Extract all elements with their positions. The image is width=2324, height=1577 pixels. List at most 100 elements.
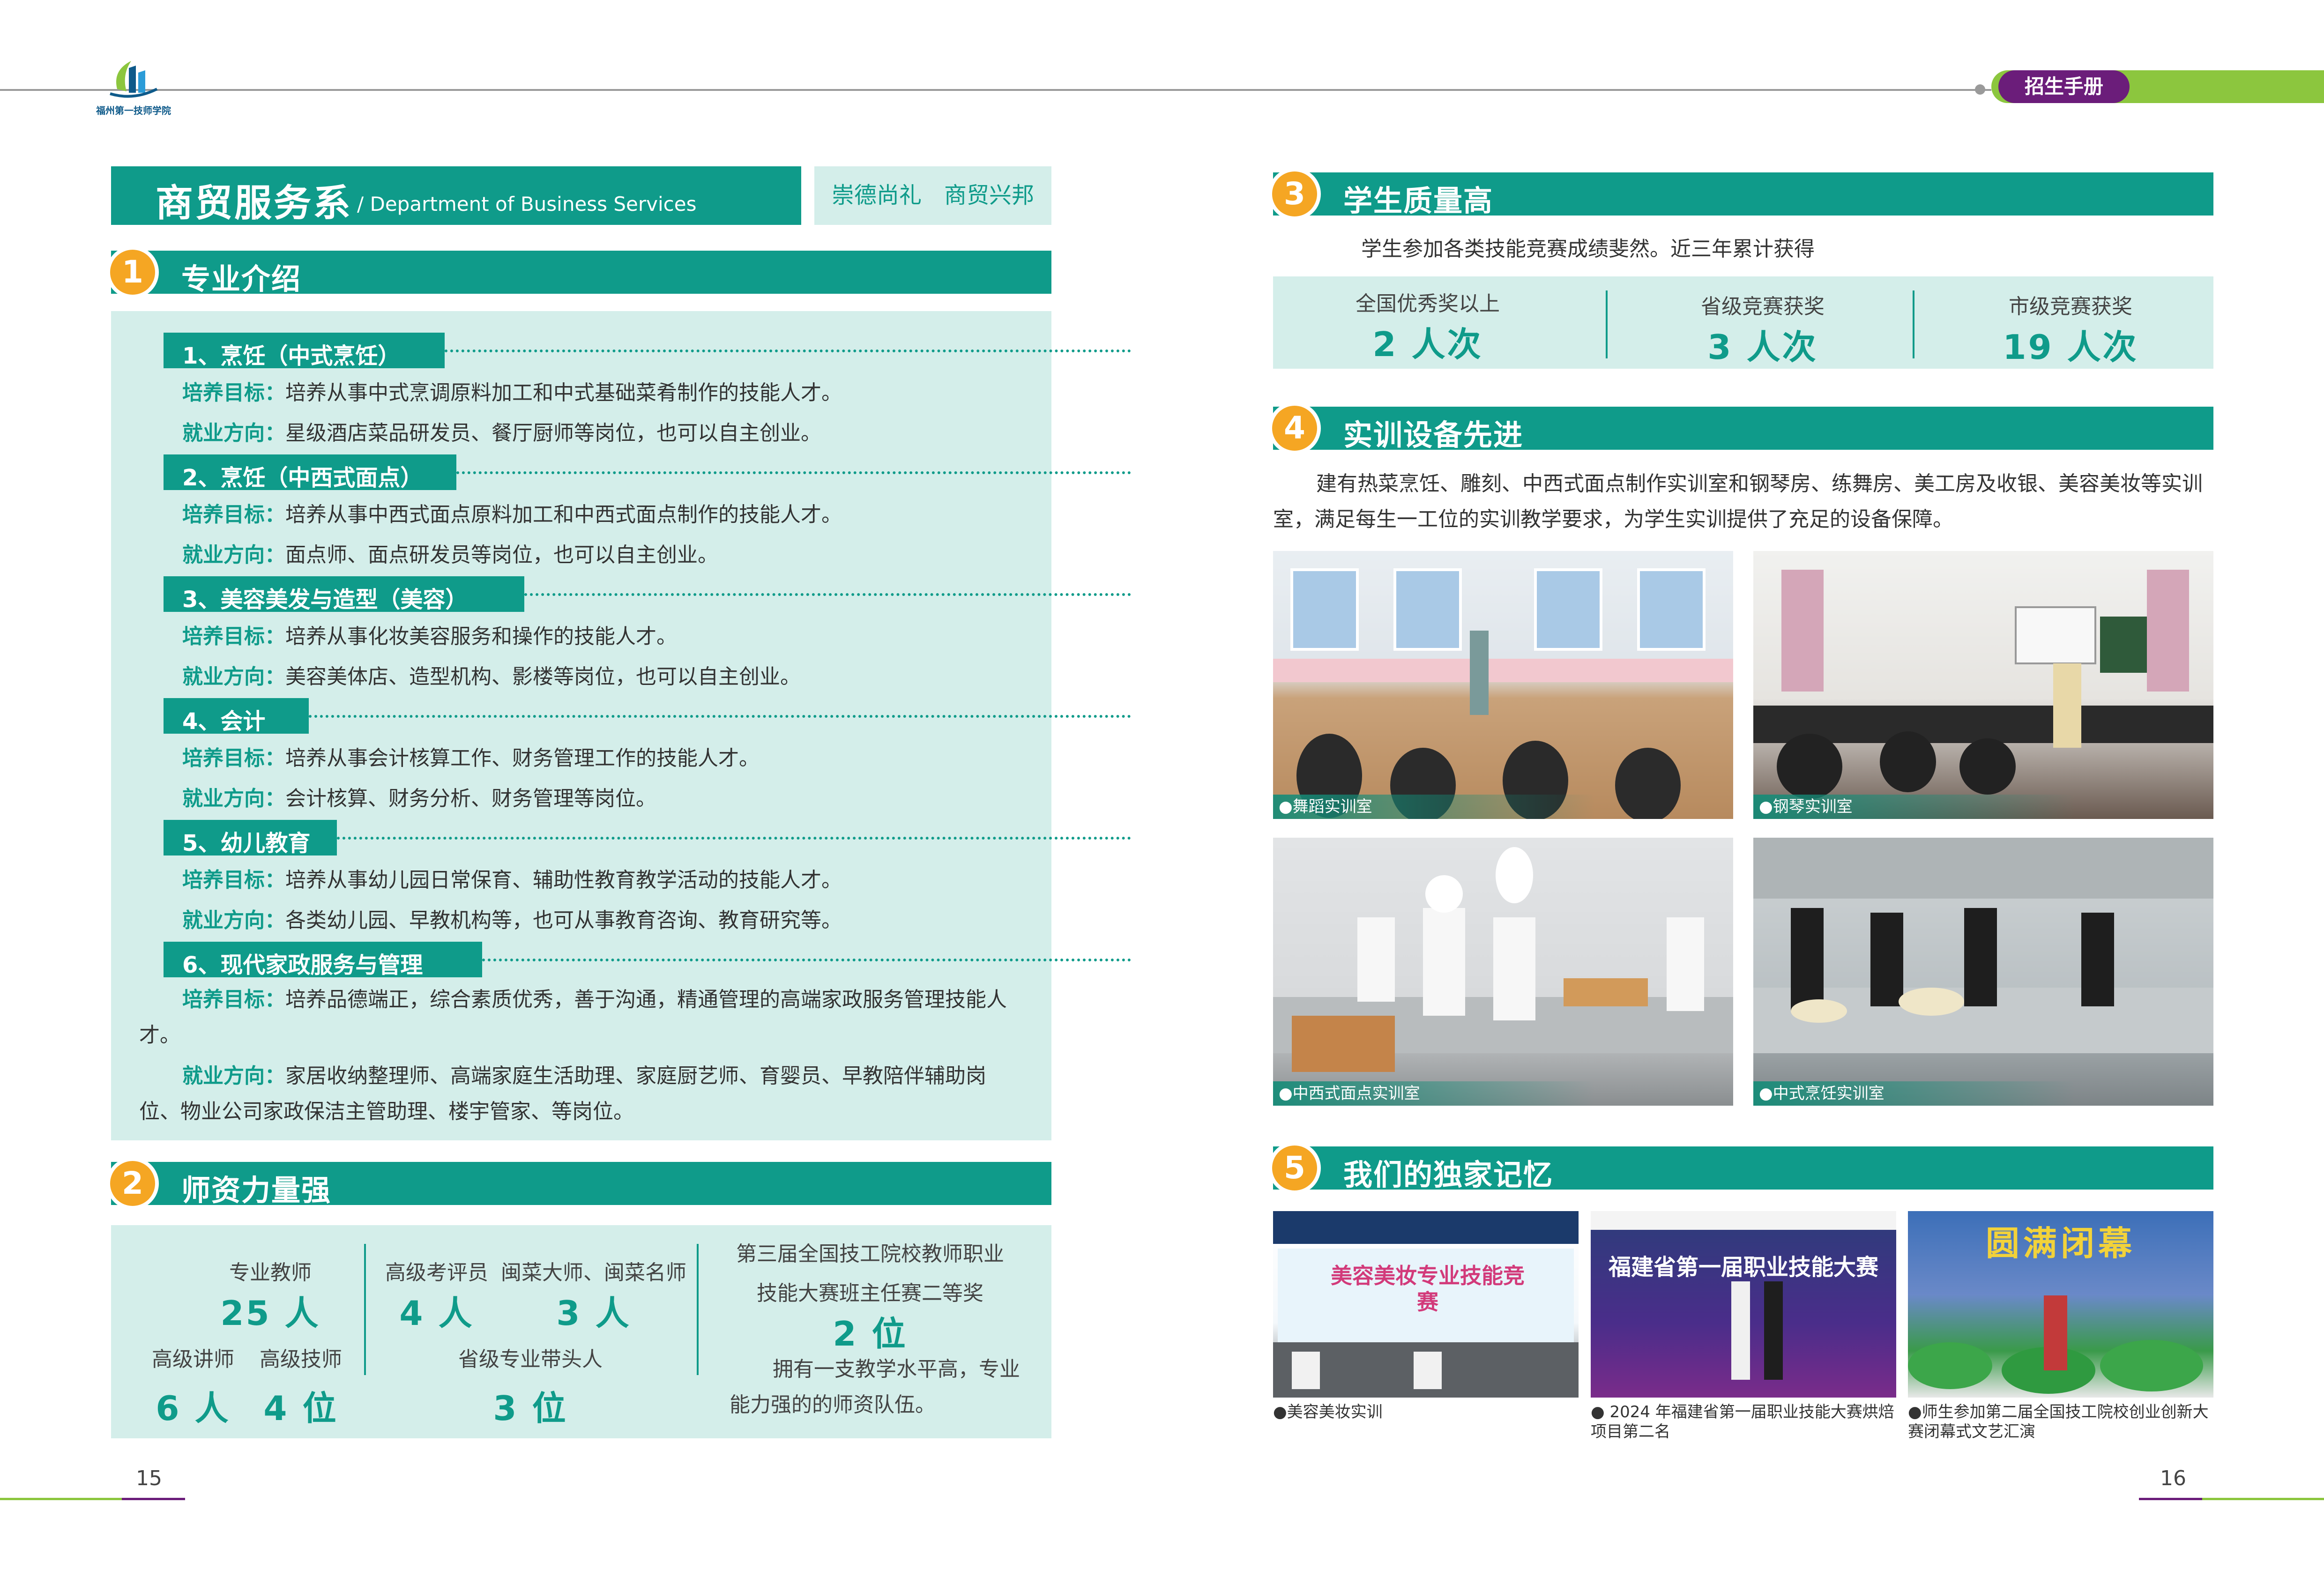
major-divider xyxy=(456,471,1131,474)
section-header-facilities: 4 实训设备先进 xyxy=(1268,402,2213,454)
department-english: / Department of Business Services xyxy=(357,193,697,216)
photo-piano-room: ●钢琴实训室 xyxy=(1753,551,2213,819)
photo-provincial-contest: 福建省第一届职业技能大赛 xyxy=(1591,1211,1896,1398)
quality-intro: 学生参加各类技能竞赛成绩斐然。近三年累计获得 xyxy=(1361,237,1815,261)
school-logo: 福州第一技师学院 xyxy=(94,56,173,117)
major-title: 6、现代家政服务与管理 xyxy=(182,952,423,978)
logo-text: 福州第一技师学院 xyxy=(96,105,171,116)
column-divider xyxy=(1913,290,1914,358)
stat-provincial: 省级竞赛获奖 3 人次 xyxy=(1608,290,1917,369)
stat-professional: 专业教师 25 人 xyxy=(167,1256,373,1335)
department-title: 商贸服务系 xyxy=(156,181,352,225)
stat-value: 6 人 xyxy=(156,1389,231,1428)
section-number: 3 xyxy=(1268,168,1321,220)
photo-caption: ●钢琴实训室 xyxy=(1753,795,2076,819)
photo-chinese-cooking-room: ●中式烹饪实训室 xyxy=(1753,838,2213,1106)
stat-label: 全国优秀奖以上 xyxy=(1356,292,1500,316)
stat-value: 3 人 xyxy=(556,1294,631,1333)
section-title: 学生质量高 xyxy=(1343,184,1494,218)
major-goal: 培养目标：培养从事中西式面点原料加工和中西式面点制作的技能人才。 xyxy=(182,503,842,527)
column-divider xyxy=(364,1244,366,1375)
stat-label: 省级竞赛获奖 xyxy=(1701,295,1825,319)
stat-value: 4 位 xyxy=(263,1389,338,1428)
stat-municipal: 市级竞赛获奖 19 人次 xyxy=(1916,290,2225,369)
photo-pastry-room: ●中西式面点实训室 xyxy=(1273,838,1733,1106)
logo-icon xyxy=(110,61,158,98)
stat-label: 高级讲师 xyxy=(152,1347,234,1371)
pastry-room-illustration xyxy=(1273,847,1733,1072)
memory-caption: ● 2024 年福建省第一届职业技能大赛烘焙项目第二名 xyxy=(1591,1403,1894,1441)
stat-label: 高级技师 xyxy=(260,1347,342,1371)
major-career: 就业方向：面点师、面点研发员等岗位，也可以自主创业。 xyxy=(182,543,718,567)
major-divider xyxy=(482,959,1131,961)
section-number: 1 xyxy=(106,246,159,298)
major-goal: 培养目标：培养品德端正，综合素质优秀，善于沟通，精通管理的高端家政服务管理技能人… xyxy=(139,988,1007,1047)
page-rule-left-accent xyxy=(0,1498,122,1500)
facilities-intro: 建有热菜烹饪、雕刻、中西式面点制作实训室和钢琴房、练舞房、美工房及收银、美容美妆… xyxy=(1273,472,2203,531)
department-motto: 崇德尚礼 商贸兴邦 xyxy=(814,166,1051,225)
major-divider xyxy=(524,593,1131,596)
memory-caption: ●师生参加第二届全国技工院校创业创新大赛闭幕式文艺汇演 xyxy=(1908,1403,2209,1441)
major-career: 就业方向：美容美体店、造型机构、影楼等岗位，也可以自主创业。 xyxy=(182,665,801,689)
quality-stats: 全国优秀奖以上 2 人次 省级竞赛获奖 3 人次 市级竞赛获奖 19 人次 xyxy=(1273,276,2213,369)
major-title: 5、幼儿教育 xyxy=(182,830,311,856)
stat-value: 25 人 xyxy=(220,1294,320,1333)
stat-label: 闽菜大师、闽菜名师 xyxy=(501,1261,686,1285)
teachers-summary: 拥有一支教学水平高，专业能力强的的师资队伍。 xyxy=(730,1357,1020,1417)
major-divider xyxy=(309,715,1131,718)
section-header-teachers: 2 师资力量强 xyxy=(106,1157,1051,1210)
stat-chef: 闽菜大师、闽菜名师 3 人 xyxy=(491,1256,697,1335)
section-number: 2 xyxy=(106,1157,159,1210)
photo-dance-room: ●舞蹈实训室 xyxy=(1273,551,1733,819)
teachers-panel: 专业教师 25 人 高级讲师 6 人 高级技师 4 位 高级考评员 4 人 闽菜… xyxy=(111,1225,1051,1438)
major-career: 就业方向：各类幼儿园、早教机构等，也可从事教育咨询、教育研究等。 xyxy=(182,908,842,932)
section-number: 4 xyxy=(1268,402,1321,454)
photo-caption: ●中式烹饪实训室 xyxy=(1753,1081,2076,1106)
major-title: 2、烹饪（中西式面点） xyxy=(182,465,423,491)
section-title: 实训设备先进 xyxy=(1343,418,1524,452)
major-divider xyxy=(337,837,1131,840)
section-number: 5 xyxy=(1268,1142,1321,1194)
stat-national: 全国优秀奖以上 2 人次 xyxy=(1273,287,1582,366)
photo-caption: ●舞蹈实训室 xyxy=(1273,795,1595,819)
stat-senior-lecturer: 高级讲师 6 人 xyxy=(134,1342,252,1430)
header-rule-dot xyxy=(1975,84,1985,95)
section-title: 我们的独家记忆 xyxy=(1343,1158,1554,1192)
major-title: 4、会计 xyxy=(182,708,266,735)
major-title: 1、烹饪（中式烹饪） xyxy=(182,343,401,369)
major-career: 就业方向：家居收纳整理师、高端家庭生活助理、家庭厨艺师、育婴员、早教陪伴辅助岗位… xyxy=(139,1064,986,1123)
stat-value: 2 人次 xyxy=(1372,325,1483,364)
majors-panel: 1、烹饪（中式烹饪） 培养目标：培养从事中式烹调原料加工和中式基础菜肴制作的技能… xyxy=(111,311,1131,1140)
memory-sign: 福建省第一届职业技能大赛 xyxy=(1608,1254,1878,1280)
stat-value: 4 人 xyxy=(399,1294,474,1333)
memory-sign: 美容美妆专业技能竞赛 xyxy=(1331,1263,1525,1315)
stat-leader: 省级专业带头人 3 位 xyxy=(411,1342,650,1430)
award-line: 技能大赛班主任赛二等奖 xyxy=(757,1281,983,1305)
section-title: 师资力量强 xyxy=(181,1173,332,1207)
memory-sign: 圆满闭幕 xyxy=(1985,1224,2136,1263)
provincial-contest-illustration xyxy=(1591,1211,1896,1380)
major-career: 就业方向：会计核算、财务分析、财务管理等岗位。 xyxy=(182,787,656,811)
section-header-memories: 5 我们的独家记忆 xyxy=(1268,1142,2213,1194)
section-header-intro: 1 专业介绍 xyxy=(106,246,1051,298)
stat-value: 19 人次 xyxy=(2003,327,2138,367)
major-career: 就业方向：星级酒店菜品研发员、餐厅厨师等岗位，也可以自主创业。 xyxy=(182,421,821,445)
dance-room-illustration xyxy=(1273,568,1733,819)
stat-label: 高级考评员 xyxy=(385,1261,488,1285)
photo-beauty-training: 美容美妆专业技能竞赛 xyxy=(1273,1211,1579,1398)
column-divider xyxy=(697,1244,699,1375)
page-number-left: 15 xyxy=(136,1466,162,1490)
memory-caption: ●美容美妆实训 xyxy=(1273,1403,1383,1421)
major-title: 3、美容美发与造型（美容） xyxy=(182,587,468,613)
stat-label: 市级竞赛获奖 xyxy=(2009,295,2132,319)
section-header-quality: 3 学生质量高 xyxy=(1268,168,2213,220)
department-banner: 商贸服务系 / Department of Business Services xyxy=(111,166,801,225)
major-goal: 培养目标：培养从事会计核算工作、财务管理工作的技能人才。 xyxy=(182,746,760,770)
major-goal: 培养目标：培养从事中式烹调原料加工和中式基础菜肴制作的技能人才。 xyxy=(182,381,842,405)
photo-closing-performance: 圆满闭幕 xyxy=(1908,1211,2213,1398)
stat-label: 省级专业带头人 xyxy=(458,1347,603,1371)
major-goal: 培养目标：培养从事化妆美容服务和操作的技能人才。 xyxy=(182,625,677,648)
handbook-label: 招生手册 xyxy=(1998,70,2130,103)
header-rule xyxy=(0,89,1991,91)
column-divider xyxy=(1606,290,1608,358)
